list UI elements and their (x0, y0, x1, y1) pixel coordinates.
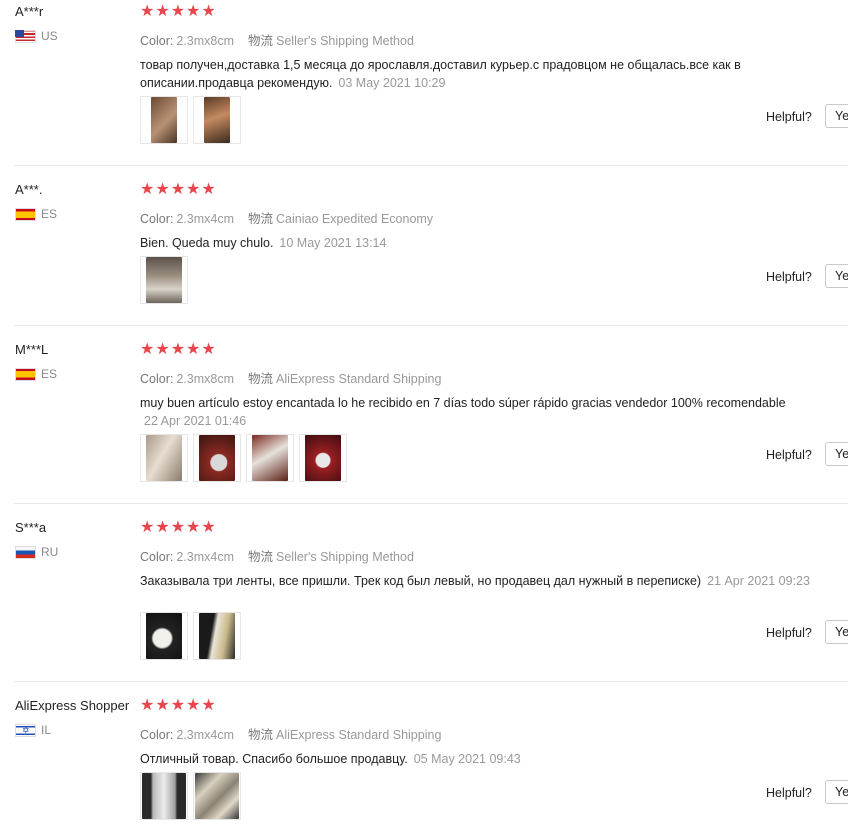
review-date: 05 May 2021 09:43 (413, 752, 521, 766)
shipping-label: 物流 (248, 212, 274, 226)
country-code: ES (41, 207, 58, 221)
review-divider (14, 681, 848, 682)
shipping-value: Seller's Shipping Method (276, 550, 414, 564)
color-label: Color: (140, 728, 174, 742)
review-meta: Color: 2.3mx8cm 物流 Seller's Shipping Method (140, 30, 428, 49)
reviewer-country: ES (15, 207, 57, 221)
review-photo-thumbnail[interactable] (246, 434, 294, 482)
helpful-label: Helpful? (766, 270, 812, 284)
review-photo-thumbnail[interactable] (140, 256, 188, 304)
shipping-label: 物流 (248, 728, 274, 742)
review-date: 03 May 2021 10:29 (338, 76, 446, 90)
review-meta: Color: 2.3mx4cm 物流 Cainiao Expedited Econom… (140, 208, 447, 227)
color-label: Color: (140, 372, 174, 386)
review-photo-thumbnail[interactable] (140, 772, 188, 820)
review-meta: Color: 2.3mx4cm 物流 AliExpress Standard Ship… (140, 724, 455, 743)
shipping-value: AliExpress Standard Shipping (276, 728, 442, 742)
star-rating: ★★★★★ (140, 3, 217, 20)
helpful-yes-button[interactable]: Ye (825, 620, 848, 644)
reviewer-name: A***. (15, 182, 43, 197)
star-rating: ★★★★★ (140, 519, 217, 536)
color-value: 2.3mx4cm (176, 728, 234, 742)
reviewer-country: IL (15, 723, 51, 737)
reviewer-country: ES (15, 367, 57, 381)
es-flag-icon (15, 207, 36, 221)
review-photo-thumbnail[interactable] (299, 434, 347, 482)
helpful-label: Helpful? (766, 786, 812, 800)
review-text: товар получен,доставка 1,5 месяца до яро… (140, 56, 840, 92)
star-rating: ★★★★★ (140, 181, 217, 198)
helpful-yes-button[interactable]: Ye (825, 104, 848, 128)
country-code: ES (41, 367, 58, 381)
shipping-value: AliExpress Standard Shipping (276, 372, 442, 386)
review-body: Заказывала три ленты, все пришли. Трек к… (140, 574, 702, 588)
reviewer-name: M***L (15, 342, 49, 357)
country-code: RU (41, 545, 59, 559)
review-body: Отличный товар. Спасибо большое продавцу… (140, 752, 408, 766)
review-photo-thumbnail[interactable] (193, 434, 241, 482)
reviewer-country: RU (15, 545, 58, 559)
reviewer-name: AliExpress Shopper (15, 698, 130, 713)
review-divider (14, 325, 848, 326)
review-text: muy buen artículo estoy encantada lo he … (140, 394, 846, 430)
review-body: muy buen artículo estoy encantada lo he … (140, 396, 786, 410)
helpful-yes-button[interactable]: Ye (825, 442, 848, 466)
review-photo-thumbnail[interactable] (193, 772, 241, 820)
helpful-label: Helpful? (766, 626, 812, 640)
color-label: Color: (140, 550, 174, 564)
review-text: Отличный товар. Спасибо большое продавцу… (140, 750, 840, 768)
color-label: Color: (140, 34, 174, 48)
color-value: 2.3mx8cm (176, 372, 234, 386)
country-code: IL (41, 723, 52, 737)
review-photos (140, 96, 241, 144)
review-meta: Color: 2.3mx4cm 物流 Seller's Shipping Method (140, 546, 428, 565)
reviewer-name: S***a (15, 520, 47, 535)
us-flag-icon (15, 29, 36, 43)
es-flag-icon (15, 367, 36, 381)
review-photo-thumbnail[interactable] (140, 96, 188, 144)
color-value: 2.3mx8cm (176, 34, 234, 48)
review-photo-thumbnail[interactable] (193, 96, 241, 144)
reviewer-country: US (15, 29, 58, 43)
review-divider (14, 503, 848, 504)
review-photos (140, 772, 241, 820)
color-label: Color: (140, 212, 174, 226)
review-meta: Color: 2.3mx8cm 物流 AliExpress Standard Ship… (140, 368, 455, 387)
review-photo-thumbnail[interactable] (140, 434, 188, 482)
reviewer-name: A***r (15, 4, 44, 19)
review-photo-thumbnail[interactable] (193, 612, 241, 660)
helpful-yes-button[interactable]: Ye (825, 780, 848, 804)
star-rating: ★★★★★ (140, 341, 217, 358)
review-date: 22 Apr 2021 01:46 (144, 414, 247, 428)
review-date: 10 May 2021 13:14 (279, 236, 387, 250)
shipping-label: 物流 (248, 550, 274, 564)
ru-flag-icon (15, 545, 36, 559)
review-text: Bien. Queda muy chulo. 10 May 2021 13:14 (140, 234, 840, 252)
shipping-label: 物流 (248, 372, 274, 386)
review-photos (140, 612, 241, 660)
shipping-value: Cainiao Expedited Economy (276, 212, 434, 226)
helpful-yes-button[interactable]: Ye (825, 264, 848, 288)
helpful-label: Helpful? (766, 110, 812, 124)
helpful-label: Helpful? (766, 448, 812, 462)
color-value: 2.3mx4cm (176, 212, 234, 226)
review-photo-thumbnail[interactable] (140, 612, 188, 660)
country-code: US (41, 29, 58, 43)
review-text: Заказывала три ленты, все пришли. Трек к… (140, 572, 840, 590)
color-value: 2.3mx4cm (176, 550, 234, 564)
shipping-value: Seller's Shipping Method (276, 34, 414, 48)
review-body: Bien. Queda muy chulo. (140, 236, 274, 250)
star-rating: ★★★★★ (140, 697, 217, 714)
review-photos (140, 434, 347, 482)
review-date: 21 Apr 2021 09:23 (707, 574, 810, 588)
review-photos (140, 256, 188, 304)
review-divider (14, 165, 848, 166)
il-flag-icon (15, 723, 36, 737)
shipping-label: 物流 (248, 34, 274, 48)
